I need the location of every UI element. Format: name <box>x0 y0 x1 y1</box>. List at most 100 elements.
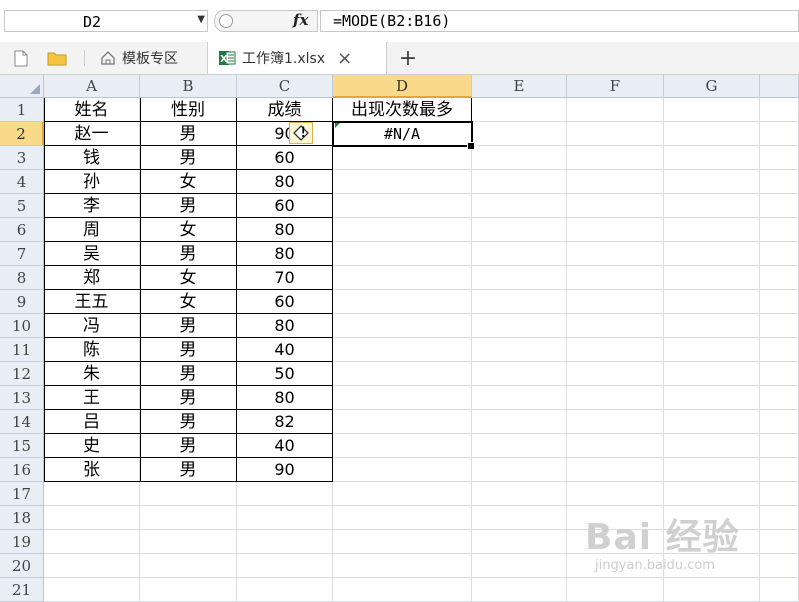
cell-b3[interactable]: 男 <box>140 146 236 170</box>
row-header-9[interactable]: 9 <box>0 290 44 314</box>
cell-c9[interactable]: 60 <box>237 290 332 314</box>
cell-a13[interactable]: 王 <box>44 386 139 410</box>
row-header-6[interactable]: 6 <box>0 218 44 242</box>
column-header-c[interactable]: C <box>237 75 333 98</box>
cell-c5[interactable]: 60 <box>237 194 332 218</box>
fill-handle[interactable] <box>467 142 475 150</box>
column-header-f[interactable]: F <box>567 75 664 98</box>
row-header-5[interactable]: 5 <box>0 194 44 218</box>
tab-template-zone[interactable]: 模板专区 <box>100 42 200 74</box>
formula-text: =MODE(B2:B16) <box>333 12 451 30</box>
column-header-a[interactable]: A <box>44 75 140 98</box>
row-header-1[interactable]: 1 <box>0 98 44 122</box>
cell-a11[interactable]: 陈 <box>44 338 139 362</box>
cell-b16[interactable]: 男 <box>140 458 236 482</box>
row-header-11[interactable]: 11 <box>0 338 44 362</box>
cell-a3[interactable]: 钱 <box>44 146 139 170</box>
table-border <box>332 98 333 482</box>
cell-c4[interactable]: 80 <box>237 170 332 194</box>
cell-b5[interactable]: 男 <box>140 194 236 218</box>
row-header-21[interactable]: 21 <box>0 578 44 602</box>
cell-b14[interactable]: 男 <box>140 410 236 434</box>
column-header-extra[interactable] <box>760 75 799 98</box>
cell-a14[interactable]: 吕 <box>44 410 139 434</box>
insert-function-icon[interactable]: fx <box>293 11 308 29</box>
cell-b1[interactable]: 性别 <box>140 98 236 122</box>
cell-c6[interactable]: 80 <box>237 218 332 242</box>
cell-b6[interactable]: 女 <box>140 218 236 242</box>
error-warning-icon[interactable]: ! <box>289 122 313 144</box>
row-header-19[interactable]: 19 <box>0 530 44 554</box>
column-header-g[interactable]: G <box>664 75 760 98</box>
name-box-dropdown-icon[interactable]: ▼ <box>197 14 205 25</box>
watermark-logo: Bai 经验 <box>585 517 740 558</box>
cell-b2[interactable]: 男 <box>140 122 236 146</box>
cell-c2[interactable]: 90 <box>237 122 332 146</box>
cell-b7[interactable]: 男 <box>140 242 236 266</box>
cell-b12[interactable]: 男 <box>140 362 236 386</box>
cell-c7[interactable]: 80 <box>237 242 332 266</box>
row-header-18[interactable]: 18 <box>0 506 44 530</box>
cell-a5[interactable]: 李 <box>44 194 139 218</box>
new-tab-button[interactable]: + <box>396 42 420 74</box>
cell-b10[interactable]: 男 <box>140 314 236 338</box>
cell-a4[interactable]: 孙 <box>44 170 139 194</box>
row-header-13[interactable]: 13 <box>0 386 44 410</box>
cell-c3[interactable]: 60 <box>237 146 332 170</box>
cell-c1[interactable]: 成绩 <box>237 98 332 122</box>
tab-workbook[interactable]: X 工作簿1.xlsx × <box>207 42 387 74</box>
formula-bar: D2 ▼ fx =MODE(B2:B16) <box>0 0 799 43</box>
row-header-10[interactable]: 10 <box>0 314 44 338</box>
cell-a16[interactable]: 张 <box>44 458 139 482</box>
column-header-e[interactable]: E <box>472 75 567 98</box>
cell-b9[interactable]: 女 <box>140 290 236 314</box>
name-box[interactable]: D2 ▼ <box>4 10 208 32</box>
row-header-4[interactable]: 4 <box>0 170 44 194</box>
cell-b11[interactable]: 男 <box>140 338 236 362</box>
cell-a6[interactable]: 周 <box>44 218 139 242</box>
row-header-7[interactable]: 7 <box>0 242 44 266</box>
row-header-2[interactable]: 2 <box>0 122 44 146</box>
cell-c10[interactable]: 80 <box>237 314 332 338</box>
close-tab-icon[interactable]: × <box>337 48 352 69</box>
cell-b4[interactable]: 女 <box>140 170 236 194</box>
cell-c14[interactable]: 82 <box>237 410 332 434</box>
row-header-3[interactable]: 3 <box>0 146 44 170</box>
formula-input[interactable]: =MODE(B2:B16) <box>320 10 799 32</box>
new-document-icon[interactable] <box>12 49 30 67</box>
cell-c12[interactable]: 50 <box>237 362 332 386</box>
select-all-corner[interactable] <box>0 75 44 98</box>
excel-file-icon: X <box>218 49 236 67</box>
row-header-8[interactable]: 8 <box>0 266 44 290</box>
tab-workbook-label: 工作簿1.xlsx <box>242 51 326 67</box>
row-header-12[interactable]: 12 <box>0 362 44 386</box>
svg-text:X: X <box>220 54 228 65</box>
column-header-b[interactable]: B <box>140 75 237 98</box>
cell-c13[interactable]: 80 <box>237 386 332 410</box>
column-header-d[interactable]: D <box>333 75 472 98</box>
cell-b15[interactable]: 男 <box>140 434 236 458</box>
row-header-16[interactable]: 16 <box>0 458 44 482</box>
cell-c16[interactable]: 90 <box>237 458 332 482</box>
cell-a9[interactable]: 王五 <box>44 290 139 314</box>
row-header-14[interactable]: 14 <box>0 410 44 434</box>
cell-a12[interactable]: 朱 <box>44 362 139 386</box>
cell-a2[interactable]: 赵一 <box>44 122 139 146</box>
cell-a7[interactable]: 吴 <box>44 242 139 266</box>
cell-b13[interactable]: 男 <box>140 386 236 410</box>
cell-a15[interactable]: 史 <box>44 434 139 458</box>
cell-c8[interactable]: 70 <box>237 266 332 290</box>
row-header-17[interactable]: 17 <box>0 482 44 506</box>
zoom-slider-icon[interactable] <box>219 14 233 28</box>
cell-a10[interactable]: 冯 <box>44 314 139 338</box>
cell-a1[interactable]: 姓名 <box>44 98 139 122</box>
cell-c11[interactable]: 40 <box>237 338 332 362</box>
table-border <box>471 98 472 122</box>
cell-a8[interactable]: 郑 <box>44 266 139 290</box>
row-header-20[interactable]: 20 <box>0 554 44 578</box>
cell-d1[interactable]: 出现次数最多 <box>333 98 471 122</box>
cell-b8[interactable]: 女 <box>140 266 236 290</box>
open-folder-icon[interactable] <box>46 49 68 67</box>
row-header-15[interactable]: 15 <box>0 434 44 458</box>
cell-c15[interactable]: 40 <box>237 434 332 458</box>
